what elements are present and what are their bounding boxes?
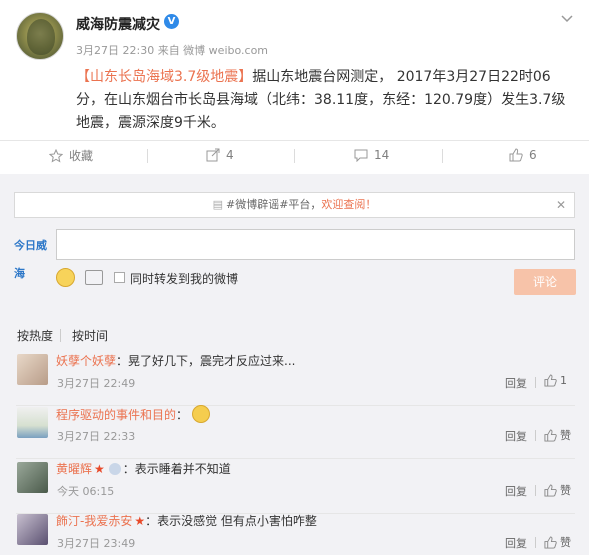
comment-item: 程序驱动的事件和目的： 3月27日 22:33 回复 赞 <box>0 403 589 459</box>
comment-item: 黄曜辉 ★ ：表示睡着并不知道 今天 06:15 回复 赞 <box>0 458 589 514</box>
reply-button[interactable]: 回复 <box>505 428 527 444</box>
commenter-avatar[interactable] <box>17 407 48 438</box>
comment-input[interactable] <box>56 229 575 260</box>
divider <box>535 485 536 496</box>
forward-label: 同时转发到我的微博 <box>130 272 239 286</box>
comment-text: ： <box>176 407 189 422</box>
comment-line: 妖孽个妖孽 ：晃了好几下，震完才反应过来... <box>56 352 295 369</box>
commenter-avatar[interactable] <box>17 354 48 385</box>
comment-like-button[interactable]: 赞 <box>544 534 571 550</box>
member-badge-icon <box>108 462 121 475</box>
comment-time: 3月27日 22:33 <box>57 430 136 443</box>
comment-icon <box>353 147 368 162</box>
emoji-icon[interactable] <box>56 268 75 287</box>
comment-like-label: 赞 <box>560 484 571 497</box>
comment-text: ：表示睡着并不知道 <box>122 462 231 476</box>
post-text: 【山东长岛海域3.7级地震】据山东地震台网测定， 2017年3月27日22时06… <box>76 66 576 135</box>
divider <box>294 149 295 163</box>
divider <box>535 537 536 548</box>
thumbs-up-icon <box>544 535 557 549</box>
sort-by-time-tab[interactable]: 按时间 <box>72 327 108 344</box>
thumbs-up-icon <box>544 483 557 497</box>
comment-time: 3月27日 22:49 <box>57 377 136 390</box>
weibo-post-card: 威海防震减灾 V 3月27日 22:30 来自 微博 weibo.com 【山东… <box>0 0 589 555</box>
star-badge-icon: ★ <box>134 513 146 528</box>
comment-text: ：表示没感觉 但有点小害怕咋整 <box>145 514 317 528</box>
share-icon <box>205 147 220 162</box>
chevron-down-icon[interactable] <box>556 10 578 30</box>
thumbs-up-icon <box>508 147 523 162</box>
comment-line: 黄曜辉 ★ ：表示睡着并不知道 <box>56 460 231 477</box>
star-badge-icon: ★ <box>94 461 105 476</box>
comment-button[interactable]: 14 <box>353 147 389 162</box>
comment-line: 程序驱动的事件和目的： <box>56 405 211 423</box>
comment-item: 飾汀-我爱赤安 ★ ：表示没感觉 但有点小害怕咋整 3月27日 23:49 回复 赞 <box>0 510 589 555</box>
verified-badge-icon: V <box>164 14 179 29</box>
reply-button[interactable]: 回复 <box>505 535 527 551</box>
commenter-name[interactable]: 飾汀-我爱赤安 <box>56 512 132 529</box>
author-avatar[interactable] <box>16 12 64 60</box>
comment-line: 飾汀-我爱赤安 ★ ：表示没感觉 但有点小害怕咋整 <box>56 512 317 529</box>
divider <box>442 149 443 163</box>
commenter-name[interactable]: 妖孽个妖孽 <box>56 352 116 369</box>
comment-like-count: 1 <box>560 374 567 387</box>
divider <box>535 430 536 441</box>
comment-like-label: 赞 <box>560 429 571 442</box>
thumbs-up-icon <box>544 374 557 387</box>
notice-icon: ▤ <box>212 198 223 211</box>
action-bar: 收藏 4 14 6 <box>0 141 589 171</box>
divider <box>60 329 61 342</box>
thumbs-up-icon <box>544 428 557 442</box>
comment-time: 今天 06:15 <box>57 485 115 498</box>
forward-checkbox[interactable] <box>114 272 125 283</box>
favorite-button[interactable]: 收藏 <box>48 147 93 164</box>
smiley-emoji-icon <box>192 405 211 423</box>
post-meta: 3月27日 22:30 来自 微博 weibo.com <box>76 44 269 57</box>
current-user-avatar: 今日威海 <box>14 239 47 280</box>
like-button[interactable]: 6 <box>508 147 537 162</box>
close-icon[interactable]: ✕ <box>556 193 566 217</box>
favorite-label: 收藏 <box>69 149 94 163</box>
post-topic-tag[interactable]: 【山东长岛海域3.7级地震】 <box>76 69 252 85</box>
author-name[interactable]: 威海防震减灾 <box>76 14 160 34</box>
sort-by-hot-tab[interactable]: 按热度 <box>17 327 53 344</box>
rumor-notice-bar: ▤ #微博辟谣#平台，欢迎查阅！ ✕ <box>14 192 575 218</box>
submit-comment-button[interactable]: 评论 <box>514 269 576 295</box>
commenter-avatar[interactable] <box>17 462 48 493</box>
image-icon[interactable] <box>85 270 103 285</box>
star-icon <box>48 148 63 163</box>
reply-button[interactable]: 回复 <box>505 483 527 499</box>
share-button[interactable]: 4 <box>205 147 234 162</box>
comment-like-button[interactable]: 1 <box>544 374 567 387</box>
comment-like-button[interactable]: 赞 <box>544 482 571 498</box>
divider <box>535 377 536 388</box>
reply-button[interactable]: 回复 <box>505 375 527 391</box>
divider <box>147 149 148 163</box>
notice-highlight[interactable]: 欢迎查阅！ <box>321 198 376 211</box>
comment-like-button[interactable]: 赞 <box>544 427 571 443</box>
commenter-name[interactable]: 程序驱动的事件和目的 <box>56 406 176 423</box>
notice-text[interactable]: #微博辟谣#平台， <box>226 198 321 211</box>
comment-like-label: 赞 <box>560 536 571 549</box>
comment-time: 3月27日 23:49 <box>57 537 136 550</box>
commenter-avatar[interactable] <box>17 514 48 545</box>
commenter-name[interactable]: 黄曜辉 <box>56 460 92 477</box>
like-count: 6 <box>529 147 537 162</box>
share-count: 4 <box>226 147 234 162</box>
comment-count: 14 <box>374 147 390 162</box>
comment-text: ：晃了好几下，震完才反应过来... <box>116 354 296 368</box>
comment-item: 妖孽个妖孽 ：晃了好几下，震完才反应过来... 3月27日 22:49 回复 1 <box>0 350 589 406</box>
